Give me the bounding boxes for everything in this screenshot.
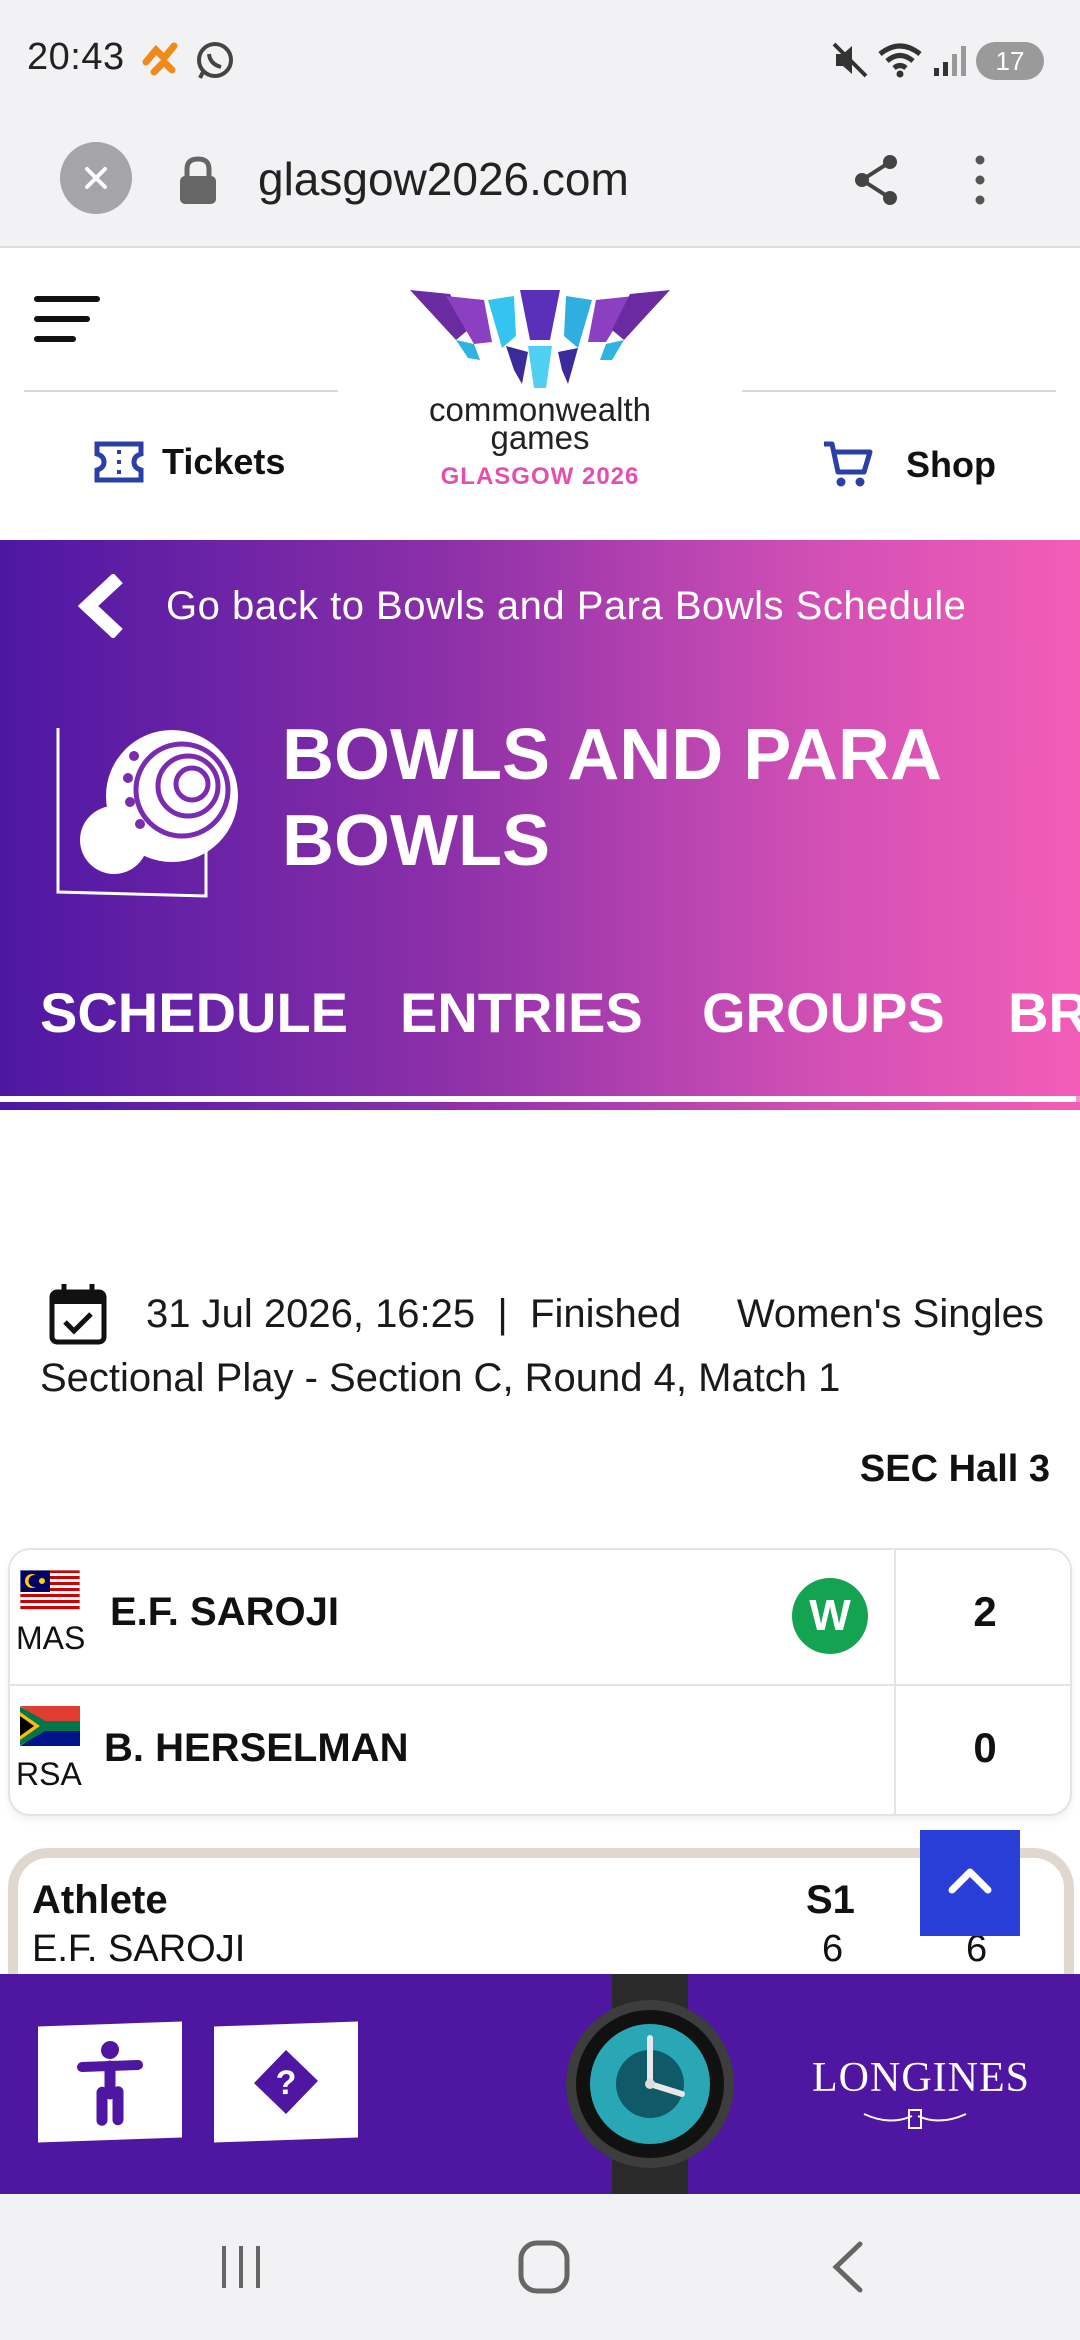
tickets-link[interactable]: Tickets	[94, 440, 285, 484]
chevron-up-icon	[948, 1868, 992, 1894]
player-noc: MAS	[16, 1620, 86, 1656]
tickets-label: Tickets	[162, 441, 286, 482]
tab-brackets[interactable]: BR	[1008, 980, 1080, 1045]
help-icon: ?	[254, 2050, 318, 2114]
score-row[interactable]: MAS E.F. SAROJI W 2	[10, 1550, 1070, 1682]
header-divider-left	[24, 390, 338, 392]
shop-label: Shop	[906, 444, 996, 485]
table-cell-athlete: E.F. SAROJI	[32, 1928, 246, 1970]
south-africa-flag-icon	[20, 1706, 80, 1746]
tab-entries[interactable]: ENTRIES	[400, 980, 643, 1045]
home-icon[interactable]	[516, 2238, 572, 2296]
wifi-icon	[878, 43, 922, 78]
player-noc: RSA	[16, 1756, 82, 1792]
shop-link[interactable]: Shop	[822, 440, 996, 490]
site-header: commonwealth games GLASGOW 2026 Tickets …	[0, 248, 1080, 540]
app-notification-icon	[142, 42, 178, 76]
match-status: Finished	[530, 1292, 682, 1336]
match-venue: SEC Hall 3	[859, 1448, 1050, 1490]
score-row[interactable]: RSA B. HERSELMAN 0	[10, 1684, 1070, 1814]
bowls-icon	[56, 728, 238, 898]
sponsor-banner: ? LONGINES	[0, 1974, 1080, 2194]
more-vert-icon[interactable]	[968, 150, 992, 210]
match-datetime: 31 Jul 2026, 16:25	[146, 1292, 476, 1336]
column-header-athlete: Athlete	[32, 1878, 168, 1922]
battery-icon: 17	[976, 42, 1044, 80]
whatsapp-icon	[197, 42, 233, 79]
system-nav-bar	[0, 2194, 1080, 2340]
svg-text:?: ?	[276, 2064, 297, 2103]
close-icon	[85, 167, 107, 189]
player-name: B. HERSELMAN	[104, 1726, 409, 1770]
logo-subtitle: GLASGOW 2026	[440, 463, 640, 490]
logo-wordmark: commonwealth games	[390, 393, 690, 456]
mute-icon	[832, 42, 868, 78]
winner-badge: W	[792, 1578, 868, 1654]
back-to-schedule-link[interactable]: Go back to Bowls and Para Bowls Schedule	[78, 574, 966, 638]
malaysia-flag-icon	[20, 1570, 80, 1610]
accessibility-icon	[77, 2040, 143, 2126]
match-info: 31 Jul 2026, 16:25 | Finished Women's Si…	[40, 1282, 1050, 1410]
menu-icon[interactable]	[34, 296, 100, 344]
match-separator: |	[497, 1292, 508, 1336]
sponsor-logo[interactable]: LONGINES	[812, 2054, 1030, 2102]
ticket-icon	[94, 441, 144, 483]
tab-groups[interactable]: GROUPS	[702, 980, 945, 1045]
close-tab-button[interactable]	[60, 142, 132, 214]
back-link-label: Go back to Bowls and Para Bowls Schedule	[166, 583, 967, 628]
status-bar: 20:43 17	[0, 0, 1080, 120]
status-time: 20:43	[27, 36, 125, 78]
sport-title: BOWLS AND PARA BOWLS	[282, 715, 940, 881]
browser-url-bar: glasgow2026.com	[0, 120, 1080, 248]
back-icon[interactable]	[826, 2240, 870, 2294]
cart-icon	[824, 441, 873, 487]
table-cell-s1: 6	[822, 1928, 844, 1970]
logo-line-2: games	[490, 419, 590, 456]
sport-hero: Go back to Bowls and Para Bowls Schedule…	[0, 540, 1080, 1110]
player-score: 2	[973, 1588, 997, 1635]
chevron-left-icon	[78, 574, 123, 638]
watch-image	[566, 1974, 734, 2194]
lock-icon[interactable]	[176, 154, 220, 206]
url-text[interactable]: glasgow2026.com	[258, 152, 629, 206]
scoreboard: MAS E.F. SAROJI W 2 RSA B. HERSELMAN 0	[8, 1548, 1072, 1816]
accessibility-button[interactable]	[38, 2021, 182, 2143]
player-name: E.F. SAROJI	[110, 1590, 339, 1634]
tab-schedule[interactable]: SCHEDULE	[40, 980, 348, 1045]
header-divider-right	[742, 390, 1056, 392]
player-score: 0	[973, 1724, 997, 1771]
share-icon[interactable]	[848, 150, 904, 210]
longines-wings-icon	[863, 2109, 967, 2129]
tab-active-indicator	[0, 1096, 1076, 1102]
column-header-s1: S1	[806, 1878, 855, 1922]
signal-icon	[934, 46, 966, 76]
score-divider	[894, 1550, 896, 1814]
help-button[interactable]: ?	[214, 2021, 358, 2143]
scroll-to-top-button[interactable]	[920, 1830, 1020, 1936]
recent-apps-icon[interactable]	[214, 2240, 268, 2294]
